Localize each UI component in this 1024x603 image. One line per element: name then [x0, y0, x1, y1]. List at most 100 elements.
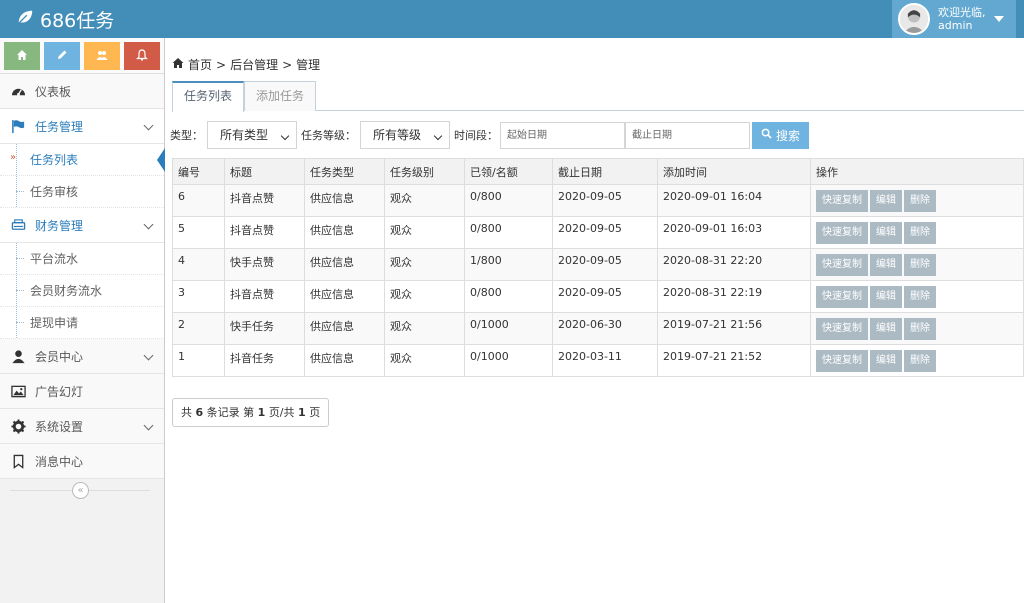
app-title: 686任务	[40, 10, 115, 32]
brand[interactable]: 686任务	[16, 6, 114, 33]
sidebar-item-task-management[interactable]: 任务管理	[0, 109, 164, 144]
cell-title: 快手任务	[224, 312, 305, 345]
cell-title: 抖音任务	[224, 344, 305, 377]
sidebar-item-messages[interactable]: 消息中心	[0, 444, 164, 479]
delete-button[interactable]: 删除	[904, 286, 936, 308]
cell-task-type: 供应信息	[304, 216, 385, 249]
bookmark-icon	[9, 452, 27, 470]
cell-quota: 0/800	[464, 216, 553, 249]
table-row: 2 快手任务 供应信息 观众 0/1000 2020-06-30 2019-07-21 21…	[172, 312, 1024, 345]
shortcut-users-button[interactable]	[84, 42, 120, 70]
sidebar-item-finance[interactable]: 财务管理	[0, 208, 164, 243]
column-header[interactable]: 截止日期	[552, 158, 658, 185]
quick-copy-button[interactable]: 快速复制	[816, 190, 868, 212]
shortcut-edit-button[interactable]	[44, 42, 80, 70]
shortcut-signal-button[interactable]	[4, 42, 40, 70]
cell-id: 5	[172, 216, 225, 249]
pager-text: 页	[309, 406, 321, 419]
tab-add-task[interactable]: 添加任务	[244, 81, 317, 111]
user-menu[interactable]: 欢迎光临, admin	[892, 0, 1016, 38]
sidebar-subitem-task-review[interactable]: 任务审核	[0, 176, 164, 208]
chevron-down-icon	[143, 350, 154, 361]
column-header[interactable]: 标题	[224, 158, 305, 185]
pager-page: 1	[257, 406, 266, 419]
table-row: 4 快手点赞 供应信息 观众 1/800 2020-09-05 2020-08-31 22:…	[172, 248, 1024, 281]
breadcrumb-home[interactable]: 首页	[188, 56, 212, 73]
delete-button[interactable]: 删除	[904, 190, 936, 212]
users-icon	[96, 49, 108, 64]
search-button[interactable]: 搜索	[752, 121, 810, 149]
end-date-input[interactable]: 截止日期	[625, 121, 750, 149]
column-header[interactable]: 任务类型	[304, 158, 385, 185]
cell-task-level: 观众	[384, 248, 465, 281]
type-select-value: 所有类型	[220, 128, 269, 142]
column-header[interactable]: 已领/名额	[464, 158, 553, 185]
pager-text: 页/共	[268, 406, 295, 419]
sidebar-subitem-task-list[interactable]: » 任务列表	[0, 144, 165, 176]
cell-deadline: 2020-09-05	[552, 216, 658, 249]
tab-bar: 任务列表 添加任务	[172, 81, 1024, 112]
delete-button[interactable]: 删除	[904, 222, 936, 244]
delete-button[interactable]: 删除	[904, 350, 936, 372]
edit-button[interactable]: 编辑	[870, 286, 902, 308]
delete-button[interactable]: 删除	[904, 254, 936, 276]
cell-quota: 1/800	[464, 248, 553, 281]
double-angle-left-icon[interactable]: «	[72, 482, 89, 499]
start-date-input[interactable]: 起始日期	[500, 121, 625, 149]
breadcrumb-section[interactable]: 后台管理	[230, 56, 278, 73]
cell-actions: 快速复制 编辑 删除	[810, 344, 1024, 377]
flag-icon	[9, 117, 27, 135]
printer-icon	[9, 216, 27, 234]
sidebar-item-label: 仪表板	[35, 84, 72, 99]
sidebar-subitem-label: 任务审核	[30, 185, 79, 199]
search-button-label: 搜索	[776, 128, 801, 143]
cell-id: 6	[172, 184, 225, 217]
sidebar-subitem-withdraw[interactable]: 提现申请	[0, 307, 164, 339]
shortcut-bell-button[interactable]	[124, 42, 160, 70]
edit-button[interactable]: 编辑	[870, 222, 902, 244]
chevron-down-icon	[143, 420, 154, 431]
level-select[interactable]: 所有等级	[360, 121, 450, 149]
cell-title: 快手点赞	[224, 248, 305, 281]
sidebar-item-settings[interactable]: 系统设置	[0, 409, 164, 444]
caret-down-icon[interactable]	[993, 16, 1004, 22]
sidebar-item-label: 任务管理	[35, 119, 84, 134]
sidebar-subitem-platform-flow[interactable]: 平台流水	[0, 243, 164, 275]
column-header[interactable]: 任务级别	[384, 158, 465, 185]
cell-task-level: 观众	[384, 312, 465, 345]
dashboard-icon	[9, 82, 27, 100]
chevron-down-icon	[143, 219, 154, 230]
sidebar-subitem-member-finance[interactable]: 会员财务流水	[0, 275, 164, 307]
quick-copy-button[interactable]: 快速复制	[816, 350, 868, 372]
sidebar-collapse-row: «	[0, 479, 164, 503]
sidebar-item-dashboard[interactable]: 仪表板	[0, 74, 164, 109]
quick-copy-button[interactable]: 快速复制	[816, 286, 868, 308]
sidebar-item-ads[interactable]: 广告幻灯	[0, 374, 164, 409]
delete-button[interactable]: 删除	[904, 318, 936, 340]
sidebar-subitem-label: 提现申请	[30, 316, 79, 330]
chevron-down-icon	[280, 131, 290, 141]
cell-added-time: 2020-08-31 22:20	[657, 248, 811, 281]
column-header[interactable]: 添加时间	[657, 158, 811, 185]
cell-deadline: 2020-09-05	[552, 248, 658, 281]
tab-task-list[interactable]: 任务列表	[172, 81, 245, 112]
sidebar-item-member-center[interactable]: 会员中心	[0, 339, 164, 374]
type-select[interactable]: 所有类型	[207, 121, 297, 149]
task-table: 编号 标题 任务类型 任务级别 已领/名额 截止日期 添加时间 操作 6 抖音点赞…	[172, 158, 1024, 377]
cell-deadline: 2020-03-11	[552, 344, 658, 377]
chevron-down-icon	[433, 131, 443, 141]
edit-button[interactable]: 编辑	[870, 350, 902, 372]
edit-button[interactable]: 编辑	[870, 318, 902, 340]
cell-task-level: 观众	[384, 344, 465, 377]
cell-title: 抖音点赞	[224, 184, 305, 217]
quick-copy-button[interactable]: 快速复制	[816, 318, 868, 340]
sidebar-subitem-label: 平台流水	[30, 252, 79, 266]
edit-button[interactable]: 编辑	[870, 254, 902, 276]
column-header[interactable]: 编号	[172, 158, 225, 185]
table-row: 6 抖音点赞 供应信息 观众 0/800 2020-09-05 2020-09-01 16:…	[172, 184, 1024, 217]
quick-copy-button[interactable]: 快速复制	[816, 254, 868, 276]
bell-icon	[136, 48, 148, 64]
cell-quota: 0/800	[464, 184, 553, 217]
quick-copy-button[interactable]: 快速复制	[816, 222, 868, 244]
edit-button[interactable]: 编辑	[870, 190, 902, 212]
